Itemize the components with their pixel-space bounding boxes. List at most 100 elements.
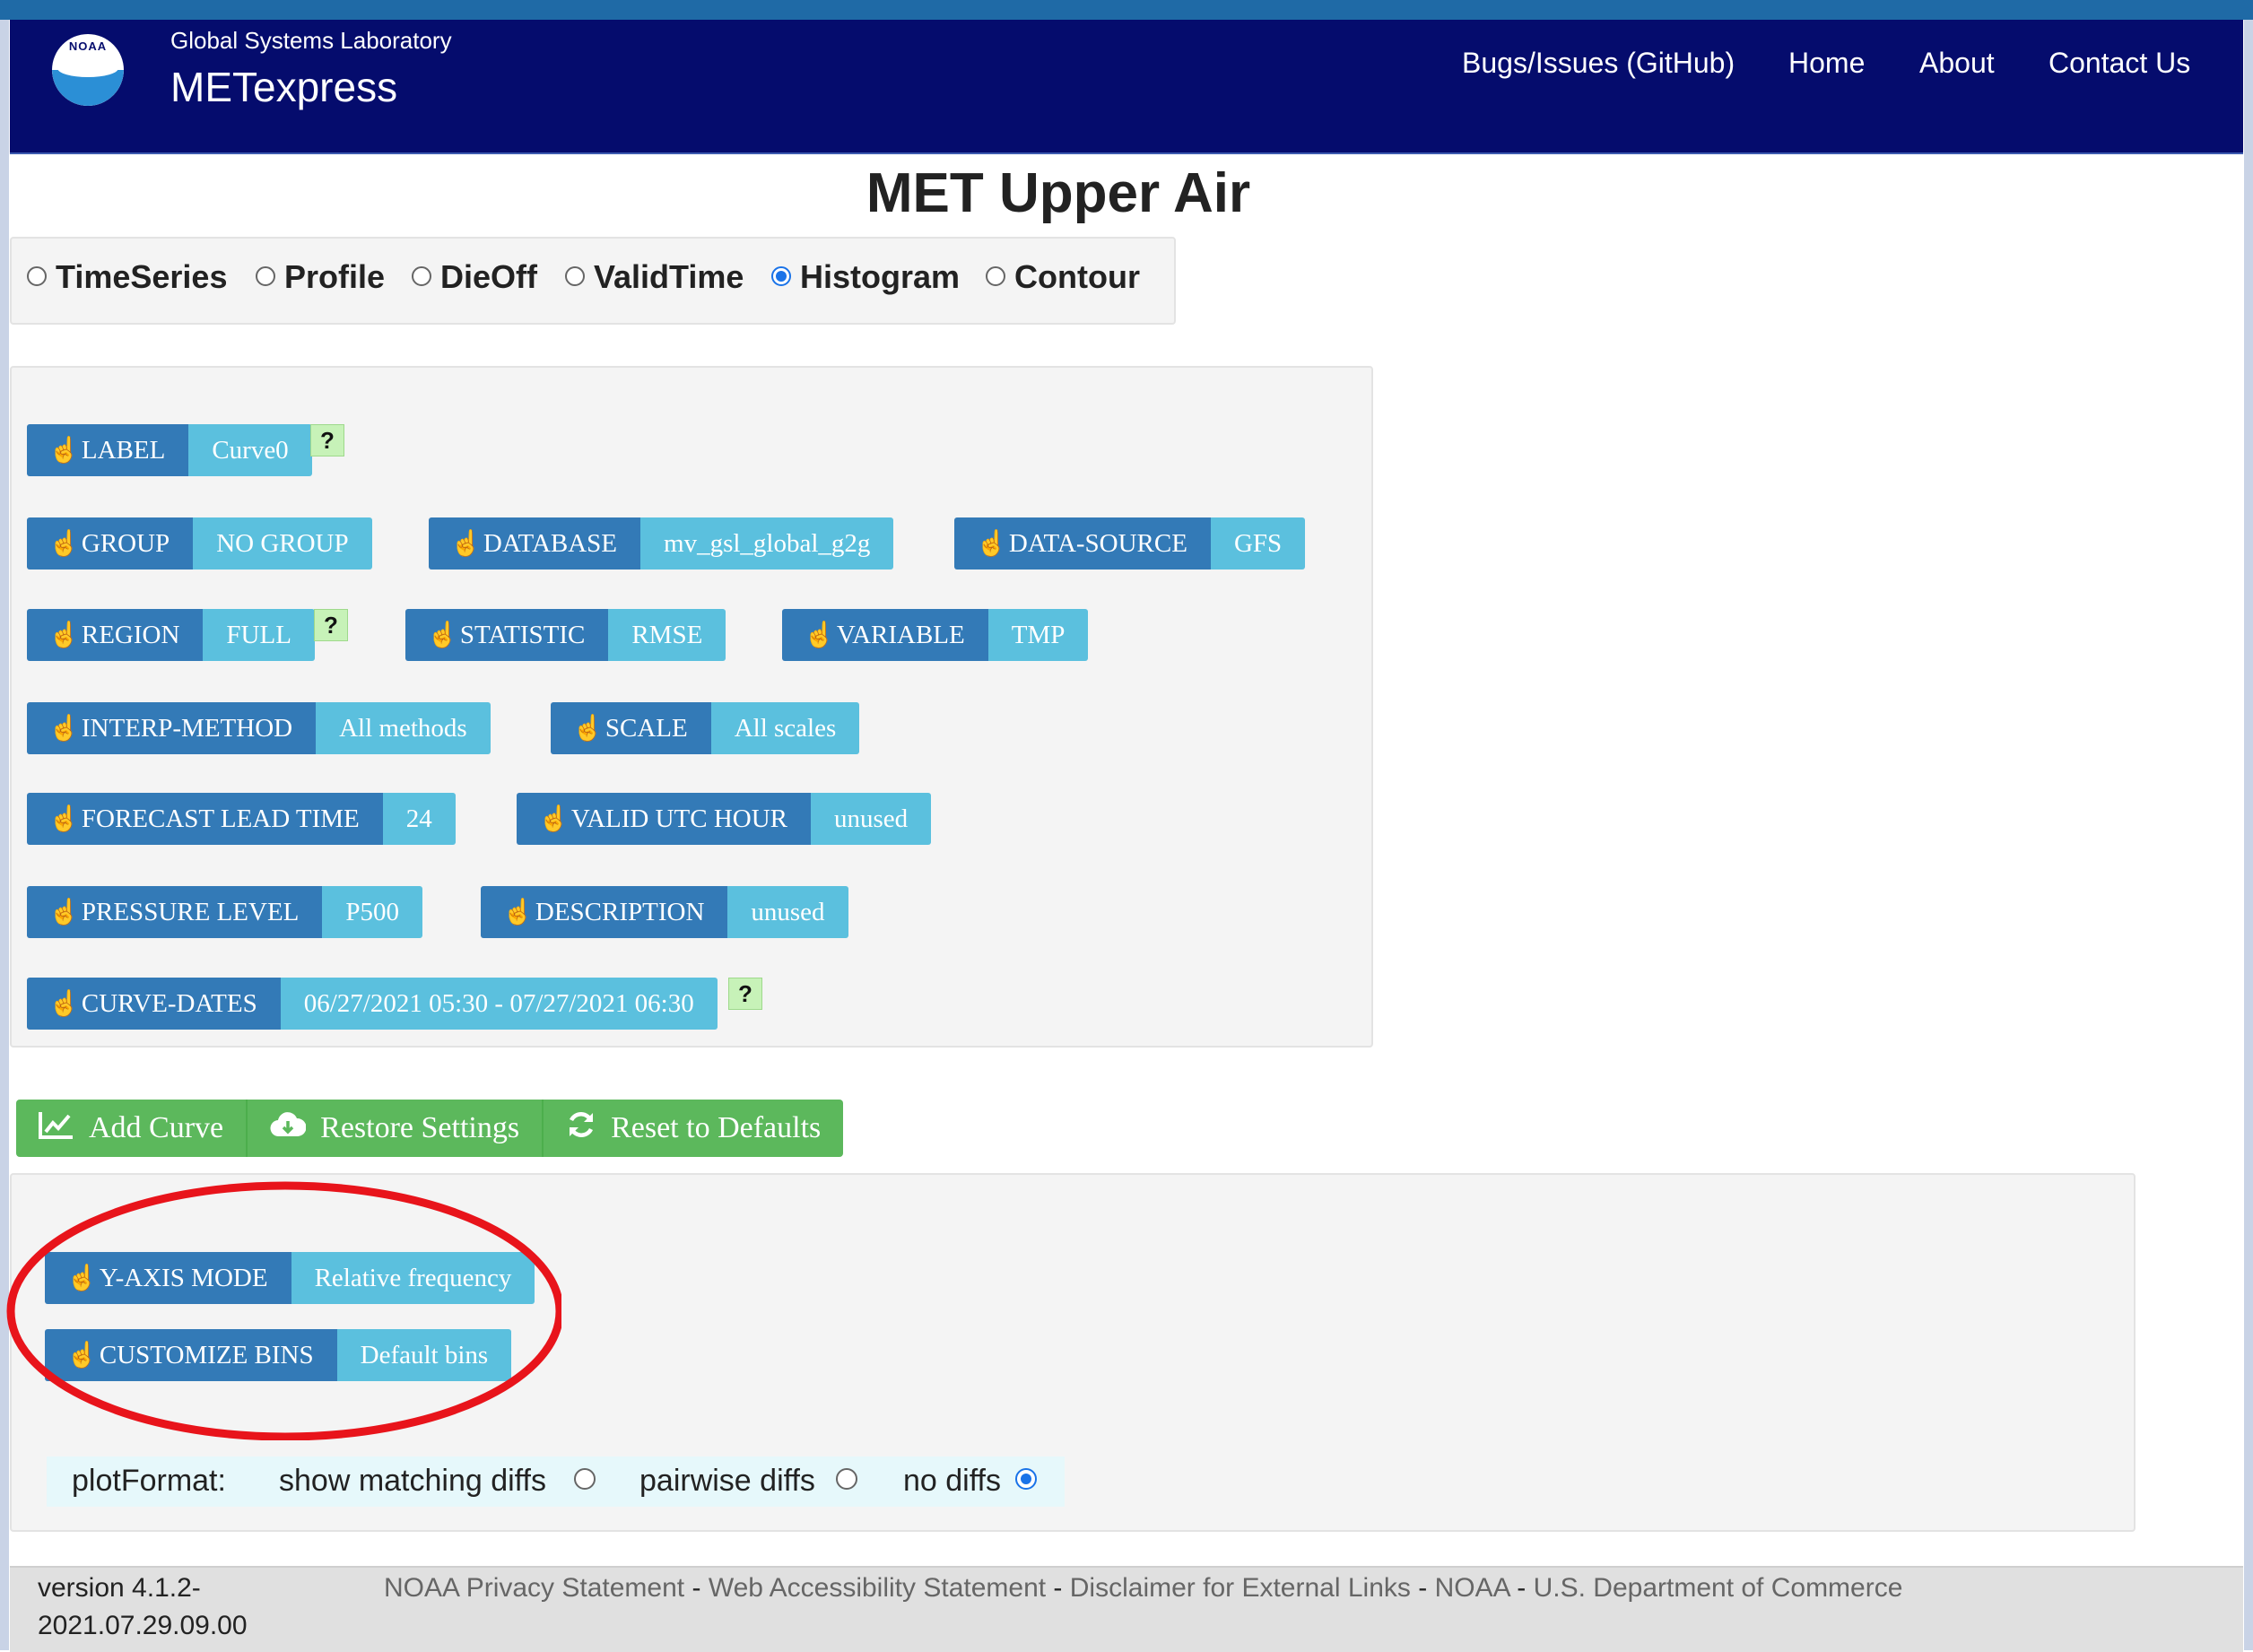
variable-selector-key[interactable]: ☝ VARIABLE [782, 609, 988, 661]
noaa-logo-wave-icon [57, 59, 118, 77]
data-source-selector[interactable]: ☝ DATA-SOURCE GFS [954, 517, 1306, 570]
group-selector-value[interactable]: NO GROUP [193, 517, 372, 570]
curve-dates-selector-value[interactable]: 06/27/2021 05:30 - 07/27/2021 06:30 [280, 978, 718, 1030]
variable-selector[interactable]: ☝ VARIABLE TMP [782, 609, 1089, 661]
valid-utc-hour-selector[interactable]: ☝ VALID UTC HOUR unused [517, 793, 932, 845]
plot-format-radio-show-matching-diffs[interactable] [574, 1468, 596, 1490]
description-selector-value[interactable]: unused [727, 886, 848, 938]
radio-icon[interactable] [256, 266, 275, 287]
forecast-lead-time-selector[interactable]: ☝ FORECAST LEAD TIME 24 [27, 793, 456, 845]
selector-key-text: PRESSURE LEVEL [81, 897, 300, 926]
nav-link-about[interactable]: About [1919, 47, 1995, 80]
plot-format-bar: plotFormat: show matching diffs pairwise… [47, 1456, 1065, 1507]
footer-link-commerce[interactable]: U.S. Department of Commerce [1534, 1573, 1903, 1603]
region-selector-key[interactable]: ☝ REGION [27, 609, 204, 661]
footer-link-accessibility[interactable]: Web Accessibility Statement [709, 1573, 1046, 1603]
scale-selector-key[interactable]: ☝ SCALE [551, 702, 711, 754]
selector-key-text: INTERP-METHOD [81, 713, 293, 743]
footer-separator: - [684, 1573, 709, 1603]
interp-method-selector-value[interactable]: All methods [316, 702, 491, 754]
plot-type-timeseries[interactable]: TimeSeries [27, 258, 227, 296]
restore-settings-button[interactable]: Restore Settings [248, 1100, 544, 1157]
interp-method-selector[interactable]: ☝ INTERP-METHOD All methods [27, 702, 491, 754]
description-selector[interactable]: ☝ DESCRIPTION unused [481, 886, 848, 938]
reset-to-defaults-button[interactable]: Reset to Defaults [544, 1100, 844, 1157]
nav-link-bugs-issues[interactable]: Bugs/Issues (GitHub) [1462, 47, 1735, 80]
group-selector-key[interactable]: ☝ GROUP [27, 517, 194, 570]
forecast-lead-time-selector-key[interactable]: ☝ FORECAST LEAD TIME [27, 793, 383, 845]
pressure-level-selector-value[interactable]: P500 [322, 886, 423, 938]
plot-format-option-label: pairwise diffs [639, 1464, 815, 1498]
label-selector[interactable]: ☝ LABEL Curve0 [27, 424, 312, 476]
pressure-level-selector-key[interactable]: ☝ PRESSURE LEVEL [27, 886, 323, 938]
radio-selected-icon[interactable] [771, 266, 791, 287]
selector-key-text: DATABASE [483, 528, 618, 558]
forecast-lead-time-selector-value[interactable]: 24 [382, 793, 456, 845]
plot-format-option-label: no diffs [903, 1464, 1002, 1498]
variable-selector-value[interactable]: TMP [987, 609, 1089, 661]
plot-format-option-label: show matching diffs [279, 1464, 546, 1498]
selector-key-text: GROUP [81, 528, 170, 558]
radio-icon[interactable] [412, 266, 431, 287]
label-selector-value[interactable]: Curve0 [188, 424, 312, 476]
nav-link-home[interactable]: Home [1788, 47, 1865, 80]
statistic-selector-value[interactable]: RMSE [608, 609, 726, 661]
help-button-curve-dates[interactable]: ? [728, 978, 762, 1010]
database-selector[interactable]: ☝ DATABASE mv_gsl_global_g2g [429, 517, 894, 570]
hand-pointer-icon: ☝ [48, 990, 80, 1018]
valid-utc-hour-selector-value[interactable]: unused [811, 793, 932, 845]
hand-pointer-icon: ☝ [427, 622, 458, 649]
footer-link-noaa[interactable]: NOAA [1435, 1573, 1509, 1603]
help-button-label[interactable]: ? [310, 424, 344, 456]
nav-link-contact-us[interactable]: Contact Us [2049, 47, 2190, 80]
plot-type-dieoff[interactable]: DieOff [412, 258, 537, 296]
page-frame-right [2244, 0, 2253, 1650]
group-selector[interactable]: ☝ GROUP NO GROUP [27, 517, 372, 570]
data-source-selector-key[interactable]: ☝ DATA-SOURCE [954, 517, 1211, 570]
statistic-selector[interactable]: ☝ STATISTIC RMSE [405, 609, 726, 661]
plot-type-histogram[interactable]: Histogram [771, 258, 960, 296]
interp-method-selector-key[interactable]: ☝ INTERP-METHOD [27, 702, 317, 754]
add-curve-button[interactable]: Add Curve [16, 1100, 248, 1157]
radio-icon[interactable] [986, 266, 1005, 287]
region-selector[interactable]: ☝ REGION FULL [27, 609, 315, 661]
curve-action-buttons: Add Curve Restore Settings Reset to Defa… [16, 1100, 844, 1157]
curve-dates-selector-key[interactable]: ☝ CURVE-DATES [27, 978, 281, 1030]
footer-link-privacy[interactable]: NOAA Privacy Statement [384, 1573, 684, 1603]
radio-icon[interactable] [565, 266, 585, 287]
lab-name[interactable]: Global Systems Laboratory [170, 27, 452, 55]
database-selector-key[interactable]: ☝ DATABASE [429, 517, 641, 570]
plot-type-contour[interactable]: Contour [986, 258, 1140, 296]
plot-format-radio-pairwise-diffs[interactable] [836, 1468, 857, 1490]
noaa-logo[interactable]: NOAA [52, 34, 124, 106]
scale-selector[interactable]: ☝ SCALE All scales [551, 702, 860, 754]
curve-dates-selector[interactable]: ☝ CURVE-DATES 06/27/2021 05:30 - 07/27/20… [27, 978, 718, 1030]
data-source-selector-value[interactable]: GFS [1210, 517, 1306, 570]
hand-pointer-icon: ☝ [976, 530, 1007, 558]
hand-pointer-icon: ☝ [538, 805, 570, 833]
radio-icon[interactable] [27, 266, 47, 287]
selector-key-text: DESCRIPTION [535, 897, 705, 926]
plot-type-profile[interactable]: Profile [256, 258, 385, 296]
label-selector-key[interactable]: ☝ LABEL [27, 424, 189, 476]
plot-format-radio-no-diffs[interactable] [1015, 1468, 1037, 1490]
plot-type-selector: TimeSeries Profile DieOff ValidTime Hist… [10, 237, 1176, 325]
plot-type-label: Contour [1014, 258, 1140, 295]
version-text: version 4.1.2- 2021.07.29.09.00 [38, 1569, 271, 1645]
selector-key-text: CURVE-DATES [81, 988, 257, 1018]
pressure-level-selector[interactable]: ☝ PRESSURE LEVEL P500 [27, 886, 423, 938]
help-button-region[interactable]: ? [314, 609, 348, 641]
footer-link-disclaimer[interactable]: Disclaimer for External Links [1070, 1573, 1411, 1603]
valid-utc-hour-selector-key[interactable]: ☝ VALID UTC HOUR [517, 793, 812, 845]
app-name[interactable]: METexpress [170, 63, 397, 111]
statistic-selector-key[interactable]: ☝ STATISTIC [405, 609, 609, 661]
region-selector-value[interactable]: FULL [203, 609, 315, 661]
noaa-logo-text: NOAA [68, 39, 108, 53]
description-selector-key[interactable]: ☝ DESCRIPTION [481, 886, 728, 938]
database-selector-value[interactable]: mv_gsl_global_g2g [640, 517, 894, 570]
scale-selector-value[interactable]: All scales [710, 702, 860, 754]
highlight-ellipse-stroke [6, 1181, 561, 1440]
hand-pointer-icon: ☝ [48, 899, 80, 926]
line-chart-icon [39, 1110, 74, 1146]
plot-type-validtime[interactable]: ValidTime [565, 258, 744, 296]
